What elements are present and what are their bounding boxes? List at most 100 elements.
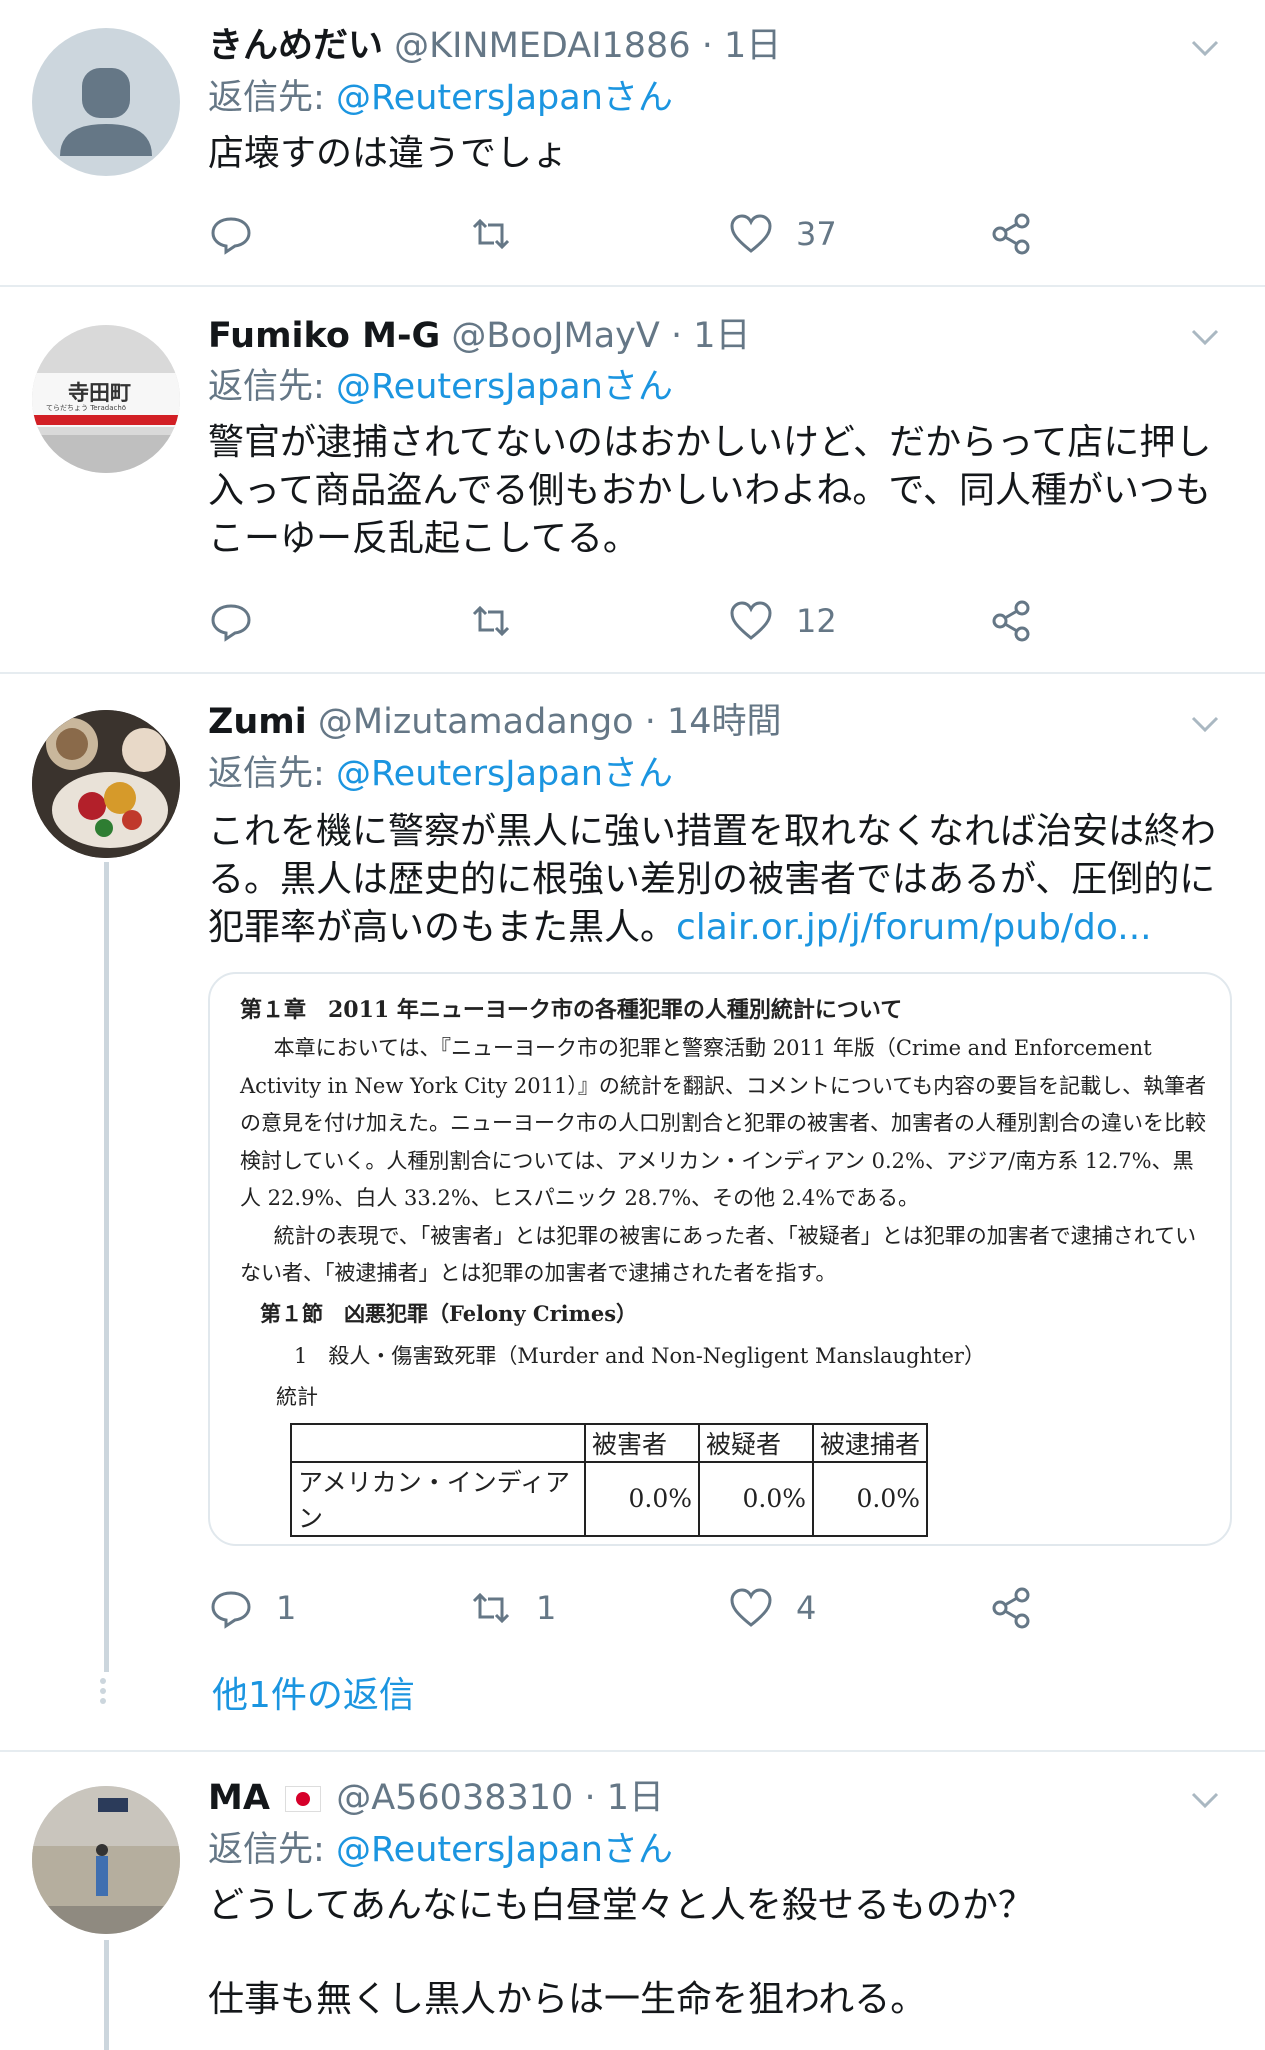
tweet-text: 店壊すのは違うでしょ [208,133,569,174]
retweet-button[interactable]: 1 [468,1580,556,1636]
street-photo-image [32,1786,180,1934]
user-handle[interactable]: @BooJMayV [451,316,659,356]
heart-icon [730,214,772,253]
share-icon [992,1587,1030,1629]
reply-button[interactable] [208,593,276,649]
reply-icon [211,1591,251,1629]
tweet-text: これを機に警察が黒人に強い措置を取れなくなれば治安は終わる。黒人は歴史的に根強い… [208,808,1228,952]
tweet-2[interactable]: 寺田町 てらだちょう Teradachō Fumiko M-G @BooJMay… [0,287,1265,672]
user-handle[interactable]: @Mizutamadango [318,702,634,742]
share-icon [992,213,1030,255]
reply-mention-link[interactable]: @ReutersJapanさん [336,754,673,794]
timestamp[interactable]: 1日 [607,1778,664,1818]
tweet-actions: 37 [208,206,1068,262]
default-profile-icon [60,68,152,156]
display-name[interactable]: MA [208,1778,270,1818]
reply-button[interactable]: 1 [208,1580,296,1636]
reply-mention-link[interactable]: @ReutersJapanさん [336,367,673,407]
thread-connector-line [104,862,109,1672]
like-button[interactable]: 37 [728,206,837,262]
timestamp[interactable]: 14時間 [667,702,782,742]
display-name[interactable]: きんめだい [208,26,383,66]
retweet-button[interactable] [468,593,536,649]
user-handle[interactable]: @KINMEDAI1886 [394,26,690,66]
doc-subsection-title: 1 殺人・傷害致死罪（Murder and Non-Negligent Mans… [294,1343,985,1368]
tweet-3[interactable]: Zumi @Mizutamadango · 14時間 返信先: @Reuters… [0,674,1265,1750]
avatar-food-photo[interactable] [32,710,180,858]
tweet-header: MA @A56038310 · 1日 [208,1774,664,1822]
tweet-4[interactable]: MA @A56038310 · 1日 返信先: @ReutersJapanさん … [0,1752,1265,2050]
separator-dot: · [584,1778,596,1818]
reply-to-label: 返信先: [208,754,325,794]
thread-connector-line [104,1940,109,2050]
reply-to-line: 返信先: @ReutersJapanさん [208,1826,673,1874]
retweet-count: 1 [536,1589,557,1627]
chevron-down-icon[interactable] [1185,1780,1225,1820]
like-count: 4 [796,1589,817,1627]
reply-to-line: 返信先: @ReutersJapanさん [208,750,673,798]
table-header-row: 被害者 被疑者 被逮捕者 [290,1422,928,1463]
tweet-1[interactable]: きんめだい @KINMEDAI1886 · 1日 返信先: @ReutersJa… [0,0,1265,285]
tweet-text: 警官が逮捕されてないのはおかしいけど、だからって店に押し入って商品盗んでる側もお… [208,422,1212,559]
retweet-icon [472,1592,510,1624]
avatar-street-photo[interactable] [32,1786,180,1934]
document-image: 第１章 2011 年ニューヨーク市の各種犯罪の人種別統計について 本章においては… [240,990,1210,1537]
retweet-icon [472,605,510,637]
table-row: アメリカン・インディアン 0.0% 0.0% 0.0% [290,1460,928,1537]
reply-button[interactable] [208,206,276,262]
tweet-text-line-2: 仕事も無くし黒人からは一生命を狙われる。 [208,1979,927,2020]
chevron-down-icon[interactable] [1185,704,1225,744]
separator-dot: · [644,702,656,742]
share-button[interactable] [988,1580,1034,1636]
separator-dot: · [701,26,713,66]
user-handle[interactable]: @A56038310 [336,1778,573,1818]
separator-dot: · [670,316,683,356]
doc-heading: 第１章 2011 年ニューヨーク市の各種犯罪の人種別統計について [240,997,903,1023]
display-name[interactable]: Zumi [208,702,307,742]
reply-to-label: 返信先: [208,367,325,407]
like-button[interactable]: 4 [728,1580,816,1636]
japan-flag-icon [285,1786,322,1812]
link-card-document-preview[interactable]: 第１章 2011 年ニューヨーク市の各種犯罪の人種別統計について 本章においては… [208,972,1232,1546]
doc-paragraph-2: 統計の表現で、「被害者」とは犯罪の被害にあった者、「被疑者」とは犯罪の加害者で逮… [240,1223,1197,1286]
doc-stats-table: 被害者 被疑者 被逮捕者 アメリカン・インディアン 0.0% 0.0% 0.0% [290,1422,928,1537]
food-photo-image [32,710,180,858]
tweet-text: どうしてあんなにも白昼堂々と人を殺せるものか？ [208,1885,1034,1926]
heart-icon [730,1588,772,1627]
reply-to-label: 返信先: [208,78,325,118]
like-count: 12 [796,602,837,640]
reply-icon [211,217,251,255]
timestamp[interactable]: 1日 [724,26,781,66]
chevron-down-icon[interactable] [1185,317,1225,357]
reply-mention-link[interactable]: @ReutersJapanさん [336,78,673,118]
retweet-button[interactable] [468,206,536,262]
share-icon [992,600,1030,642]
doc-paragraph-1: 本章においては、『ニューヨーク市の犯罪と警察活動 2011 年版（Crime a… [240,1036,1207,1210]
share-button[interactable] [988,593,1034,649]
tweet-actions: 1 1 4 [208,1580,1068,1636]
reply-count: 1 [276,1589,297,1627]
retweet-icon [472,218,510,250]
chevron-down-icon[interactable] [1185,28,1225,68]
heart-icon [730,601,772,640]
tweet-link[interactable]: clair.or.jp/j/forum/pub/do... [676,907,1152,948]
reply-icon [211,604,251,642]
timestamp[interactable]: 1日 [693,316,750,356]
share-button[interactable] [988,206,1034,262]
thread-dots [100,1674,106,1708]
tweet-actions: 12 [208,593,1068,649]
station-sign-subtext: てらだちょう Teradachō [46,404,127,412]
reply-to-label: 返信先: [208,1830,325,1870]
avatar-station-sign[interactable]: 寺田町 てらだちょう Teradachō [32,325,180,473]
show-more-replies-link[interactable]: 他1件の返信 [212,1666,415,1718]
reply-mention-link[interactable]: @ReutersJapanさん [336,1830,673,1870]
reply-to-line: 返信先: @ReutersJapanさん [208,74,673,122]
avatar-default[interactable] [32,28,180,176]
like-count: 37 [796,215,837,253]
display-name[interactable]: Fumiko M-G [208,316,440,356]
tweet-header: Fumiko M-G @BooJMayV · 1日 [208,312,751,360]
tweet-header: Zumi @Mizutamadango · 14時間 [208,698,782,746]
like-button[interactable]: 12 [728,593,837,649]
doc-stats-label: 統計 [276,1384,318,1409]
tweet-header: きんめだい @KINMEDAI1886 · 1日 [208,22,781,70]
